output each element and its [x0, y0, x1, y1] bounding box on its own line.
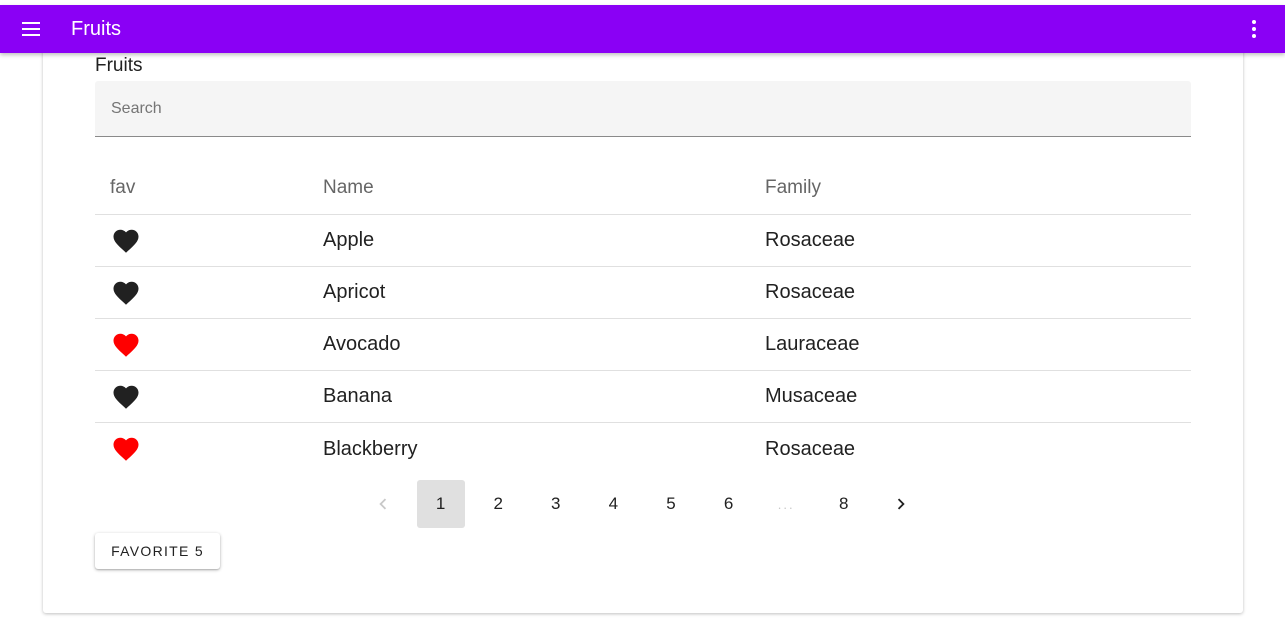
fav-cell [95, 434, 323, 464]
heart-icon[interactable] [110, 382, 142, 412]
fav-cell [95, 226, 323, 256]
heart-icon[interactable] [110, 434, 142, 464]
header-fav: fav [110, 176, 136, 198]
page-button[interactable]: 1 [416, 480, 465, 528]
header-family[interactable]: Family [765, 177, 1191, 199]
heart-icon[interactable] [110, 330, 142, 360]
table-row: Avocado Lauraceae [95, 319, 1191, 371]
card-title: Fruits [95, 55, 143, 76]
fruit-family: Rosaceae [765, 229, 856, 251]
fruit-family: Lauraceae [765, 333, 860, 355]
header-name[interactable]: Name [323, 177, 765, 199]
search-input[interactable] [95, 81, 1191, 136]
app-bar: Fruits [0, 5, 1285, 53]
fav-cell [95, 278, 323, 308]
fav-cell [95, 382, 323, 412]
chevron-right-icon[interactable] [877, 480, 925, 528]
app-title: Fruits [71, 18, 121, 40]
fruit-family: Rosaceae [765, 281, 856, 303]
table-row: Banana Musaceae [95, 371, 1191, 423]
search-field[interactable] [95, 81, 1191, 137]
page-button[interactable]: 6 [705, 480, 753, 528]
table-row: Apple Rosaceae [95, 215, 1191, 267]
fav-cell [95, 330, 323, 360]
menu-icon[interactable] [18, 17, 44, 41]
pagination: 1 2 3 4 5 6... 8 [359, 480, 935, 528]
fruit-name: Blackberry [323, 437, 418, 460]
page-button[interactable]: 5 [647, 480, 695, 528]
favorite-button[interactable]: FAVORITE 5 [95, 533, 220, 569]
table-row: Blackberry Rosaceae [95, 423, 1191, 475]
page-ellipsis: ... [777, 496, 795, 512]
fruit-name: Banana [323, 385, 392, 407]
page-button[interactable]: 4 [589, 480, 637, 528]
fruit-name: Avocado [323, 333, 401, 355]
fruits-table: fav Name Family Apple Rosaceae Apricot Rosa… [95, 161, 1191, 475]
fruit-name: Apricot [323, 281, 386, 303]
page-button[interactable]: 2 [474, 480, 522, 528]
page-button[interactable]: 3 [532, 480, 580, 528]
heart-icon[interactable] [110, 278, 142, 308]
fruit-family: Musaceae [765, 385, 858, 407]
table-body: Apple Rosaceae Apricot Rosaceae Avocado Laura… [95, 215, 1191, 475]
table-row: Apricot Rosaceae [95, 267, 1191, 319]
chevron-left-icon[interactable] [359, 480, 407, 528]
table-header: fav Name Family [95, 161, 1191, 215]
more-vert-icon[interactable] [1239, 17, 1269, 41]
fruit-name: Apple [323, 229, 375, 251]
page-button[interactable]: 8 [820, 480, 868, 528]
fruit-family: Rosaceae [765, 437, 856, 460]
heart-icon[interactable] [110, 226, 142, 256]
